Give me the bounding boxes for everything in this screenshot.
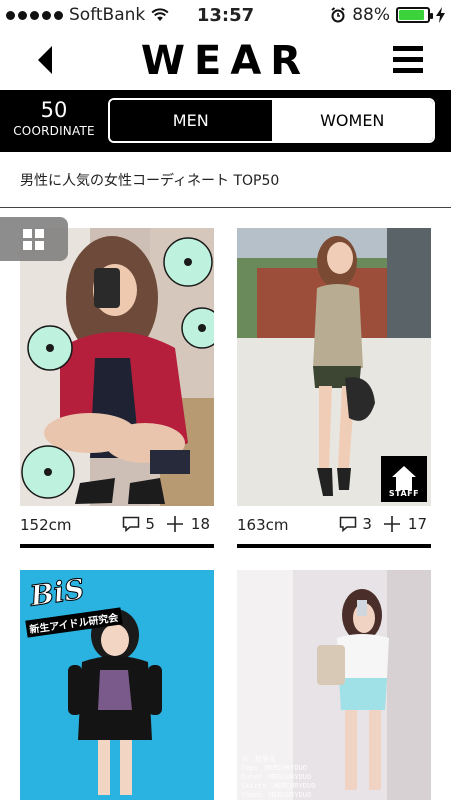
- coordinate-card[interactable]: BiS 新生アイドル研究会: [20, 570, 214, 800]
- like-count: 18: [190, 515, 210, 533]
- card-stats: 3 17: [339, 515, 427, 533]
- card-divider: [237, 544, 431, 548]
- credit-line: Tops MERCURYDUO: [241, 764, 308, 772]
- grid-view-toggle[interactable]: [0, 217, 68, 261]
- battery-percent: 88%: [352, 5, 390, 25]
- coordinate-count-label: COORDINATE: [13, 124, 95, 138]
- comment-icon: [340, 516, 357, 532]
- app-title: WEAR: [140, 38, 311, 84]
- coordinate-photo[interactable]: 司 絵里花 Tops MERCURYDUO Outer MERCURYDUO S…: [237, 570, 431, 800]
- segment-men[interactable]: MEN: [110, 100, 272, 141]
- coordinate-card[interactable]: 司 絵里花 Tops MERCURYDUO Outer MERCURYDUO S…: [237, 570, 431, 800]
- card-stats: 5 18: [122, 515, 210, 533]
- credit-line: Skirts MERCURYDUO: [241, 782, 316, 790]
- gender-segmented-control: MEN WOMEN: [108, 98, 435, 143]
- status-right: 88%: [330, 5, 445, 25]
- coordinate-count: 50 COORDINATE: [8, 98, 100, 140]
- charging-bolt-icon: [436, 7, 445, 23]
- staff-badge: STAFF: [381, 456, 427, 502]
- photo-credits: 司 絵里花 Tops MERCURYDUO Outer MERCURYDUO S…: [241, 755, 315, 800]
- list-heading-text: 男性に人気の女性コーディネート TOP50: [20, 173, 280, 189]
- add-plus-icon[interactable]: [381, 515, 403, 533]
- battery-icon: [396, 7, 433, 23]
- credit-line: 司 絵里花: [241, 755, 276, 763]
- card-meta: 152cm 5 18: [20, 506, 214, 544]
- coordinate-photo[interactable]: STAFF: [237, 228, 431, 506]
- coordinate-card[interactable]: 152cm 5 18: [20, 228, 214, 548]
- menu-button[interactable]: [393, 46, 423, 74]
- coordinate-photo[interactable]: [20, 228, 214, 506]
- coordinate-count-number: 50: [40, 98, 68, 122]
- credit-line: Shoes MERCURYDUO: [241, 791, 312, 799]
- card-height: 163cm: [237, 516, 289, 534]
- comment-icon: [123, 516, 140, 532]
- coordinate-card[interactable]: STAFF 163cm 3 17: [237, 228, 431, 548]
- add-plus-icon[interactable]: [164, 515, 186, 533]
- list-heading: 男性に人気の女性コーディネート TOP50: [0, 152, 451, 208]
- filter-band: 50 COORDINATE MEN WOMEN: [0, 90, 451, 152]
- battery-fill: [399, 10, 424, 20]
- coordinate-photo[interactable]: BiS 新生アイドル研究会: [20, 570, 214, 800]
- card-meta: 163cm 3 17: [237, 506, 431, 544]
- comment-count: 5: [145, 515, 155, 533]
- credit-line: Outer MERCURYDUO: [241, 773, 312, 781]
- status-bar: SoftBank 13:57 88%: [0, 0, 451, 30]
- card-divider: [20, 544, 214, 548]
- segment-women[interactable]: WOMEN: [271, 100, 433, 141]
- like-count: 17: [407, 515, 427, 533]
- nav-bar: WEAR: [0, 30, 451, 90]
- alarm-clock-icon: [331, 7, 345, 23]
- comment-count: 3: [362, 515, 372, 533]
- staff-label: STAFF: [388, 489, 420, 498]
- hamburger-icon: [393, 46, 423, 51]
- card-height: 152cm: [20, 516, 72, 534]
